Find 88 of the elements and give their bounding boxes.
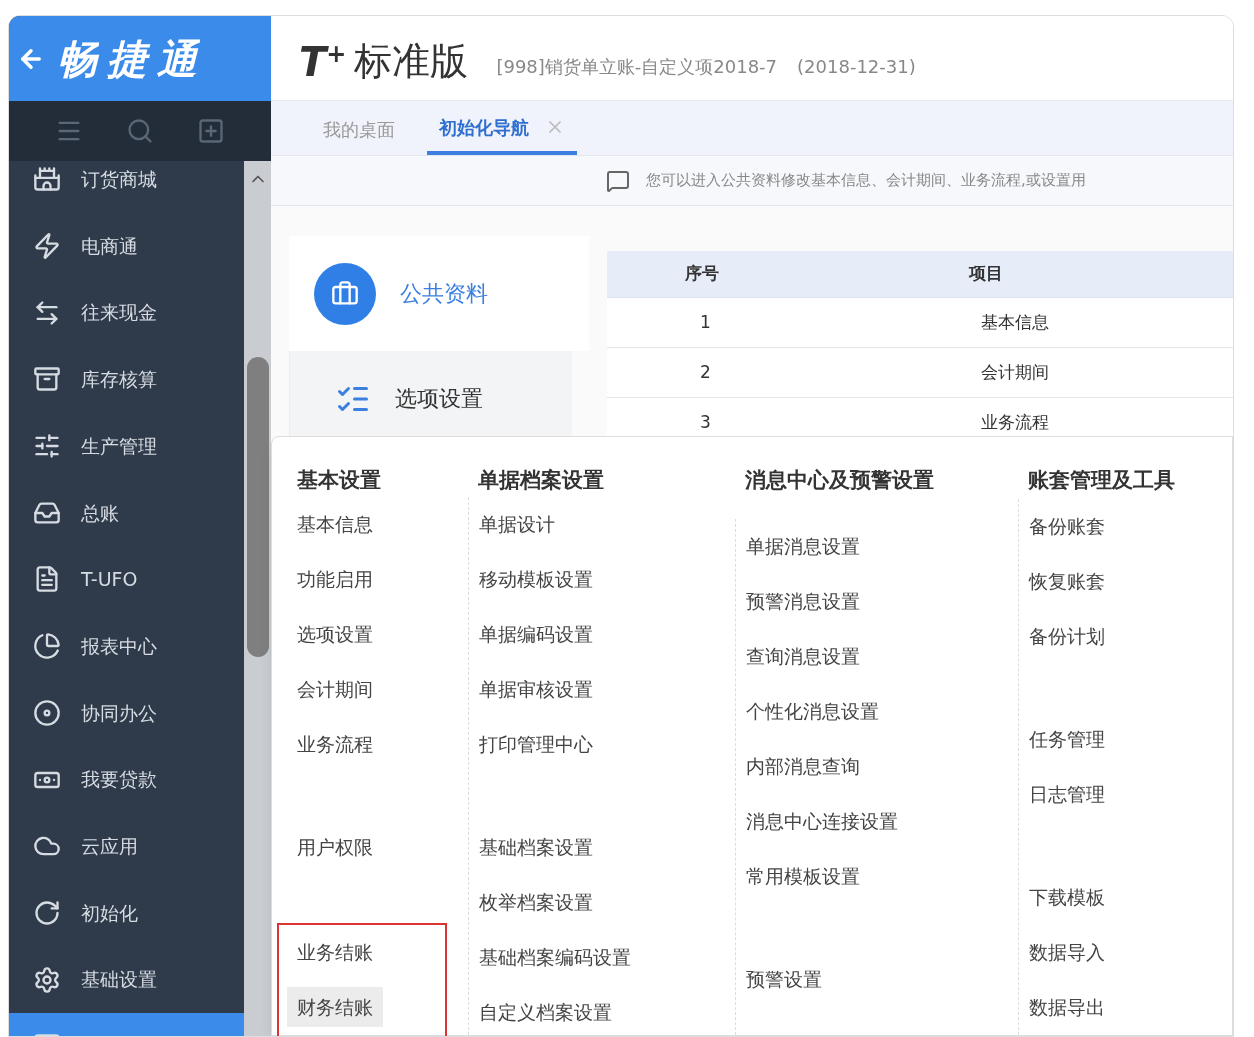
sidebar-item[interactable]: 云应用 [9, 812, 244, 880]
add-icon[interactable] [197, 117, 226, 145]
menu-link[interactable]: 自定义档案设置 [479, 997, 612, 1027]
table-cell-text: 业务流程 [980, 410, 1049, 434]
sidebar-label: 生产管理 [81, 433, 157, 459]
menu-link[interactable]: 数据导入 [1029, 938, 1105, 967]
menu-link[interactable]: 任务管理 [1029, 725, 1105, 754]
menu-link[interactable]: 下载模板 [1029, 883, 1105, 912]
menu-link[interactable]: 备份计划 [1029, 622, 1105, 651]
menu-link[interactable]: 数据导出 [1029, 993, 1105, 1022]
menu-link[interactable]: 财务结账 [287, 986, 383, 1028]
menu-link[interactable]: 单据消息设置 [746, 532, 860, 561]
sidebar-label: 订货商城 [81, 167, 157, 193]
sidebar-label: 协同办公 [81, 700, 157, 726]
sidebar-item[interactable]: 电商通 [9, 212, 244, 280]
menu-link[interactable]: 查询消息设置 [746, 642, 860, 671]
menu-link[interactable]: 用户权限 [297, 832, 373, 862]
sidebar-item[interactable]: 生产管理 [9, 412, 244, 480]
menu-link[interactable]: 打印管理中心 [479, 729, 593, 759]
sidebar-label: 我要贷款 [81, 767, 157, 793]
sidebar-item[interactable]: T-UFO [9, 546, 244, 613]
sidebar-item[interactable]: 协同办公 [9, 679, 244, 747]
message-icon [606, 168, 630, 193]
column-header: 项目 [969, 262, 1003, 286]
menu-link[interactable]: 预警设置 [746, 965, 822, 994]
settings-icon [33, 965, 61, 994]
account-name: [998]销货单立账-自定义项2018-7 (2018-12-31) [496, 55, 916, 79]
sidebar-label: 往来现金 [81, 300, 157, 326]
menu-link[interactable]: 内部消息查询 [746, 752, 860, 781]
nav-card[interactable]: 公共资料 [289, 236, 589, 351]
menu-link[interactable]: 常用模板设置 [746, 862, 860, 891]
table-cell-text: 基本信息 [980, 310, 1049, 334]
menu-column-title: 账套管理及工具 [1027, 468, 1175, 492]
notice-text: 您可以进入公共资料修改基本信息、会计期间、业务流程,或设置用 [646, 170, 1086, 192]
table-cell-text: 2 [700, 360, 711, 384]
sidebar-label: 报表中心 [81, 633, 157, 659]
sidebar-label: 云应用 [81, 833, 138, 859]
castle-icon [33, 165, 61, 194]
scrollbar-thumb[interactable] [246, 357, 269, 657]
menu-link[interactable]: 单据设计 [479, 509, 555, 539]
menu-link[interactable]: 消息中心连接设置 [746, 807, 898, 836]
column-header: 序号 [685, 262, 719, 286]
sidebar-item[interactable]: 总账 [9, 479, 244, 547]
menu-link[interactable]: 基本信息 [297, 509, 373, 539]
menu-link[interactable]: 业务结账 [297, 937, 373, 967]
refresh-icon [33, 898, 61, 927]
menu-column-title: 消息中心及预警设置 [744, 468, 934, 492]
sidebar-item[interactable]: 基础设置 [9, 946, 244, 1013]
menu-link[interactable]: 备份账套 [1029, 512, 1105, 541]
menu-link[interactable]: 基础档案设置 [479, 832, 593, 862]
sidebar-label: 初始化 [81, 900, 138, 926]
table-cell-text: 会计期间 [980, 360, 1049, 384]
search-icon[interactable] [126, 117, 154, 145]
sidebar-item[interactable]: 初始化 [9, 879, 244, 947]
menu-link[interactable]: 会计期间 [297, 674, 373, 704]
product-logo: T+ 标准版 [299, 42, 469, 82]
brand-logo: 畅捷通 [57, 34, 207, 84]
sidebar-label: 电商通 [81, 233, 138, 259]
sidebar-item[interactable]: 往来现金 [9, 279, 244, 347]
disc-icon [33, 698, 61, 727]
sidebar-item[interactable]: 库存核算 [9, 346, 244, 413]
menu-link[interactable]: 功能启用 [297, 564, 373, 594]
menu-column-title: 基本设置 [297, 468, 381, 492]
menu-link[interactable]: 个性化消息设置 [746, 697, 879, 726]
sidebar-item[interactable]: 订货商城 [9, 161, 244, 213]
menu-link[interactable]: 业务流程 [297, 729, 373, 759]
menu-column-title: 单据档案设置 [477, 468, 604, 492]
menu-link[interactable]: 单据审核设置 [479, 674, 593, 704]
menu-link[interactable]: 日志管理 [1029, 780, 1105, 809]
sidebar-item[interactable]: 我要贷款 [9, 746, 244, 813]
menu-link[interactable]: 移动模板设置 [479, 564, 593, 594]
sidebar-label: 基础设置 [81, 967, 157, 993]
lightning-icon [33, 232, 61, 261]
sidebar-label: T-UFO [81, 567, 138, 593]
menu-link[interactable]: 选项设置 [297, 619, 373, 649]
archive-icon [33, 365, 61, 394]
menu-link[interactable]: 恢复账套 [1029, 567, 1105, 596]
sidebar-item[interactable]: 报表中心 [9, 612, 244, 680]
sidebar-label: 总账 [81, 500, 119, 526]
menu-link[interactable]: 预警消息设置 [746, 587, 860, 616]
table-cell-text: 3 [700, 410, 711, 434]
menu-link[interactable]: 单据编码设置 [479, 619, 593, 649]
sidebar-label: 库存核算 [81, 367, 157, 393]
table-cell-text: 1 [700, 310, 711, 334]
menu-link[interactable]: 枚举档案设置 [479, 887, 593, 917]
sliders-icon [33, 432, 61, 461]
pie-chart-icon [33, 632, 61, 661]
menu-link[interactable]: 基础档案编码设置 [479, 942, 631, 972]
